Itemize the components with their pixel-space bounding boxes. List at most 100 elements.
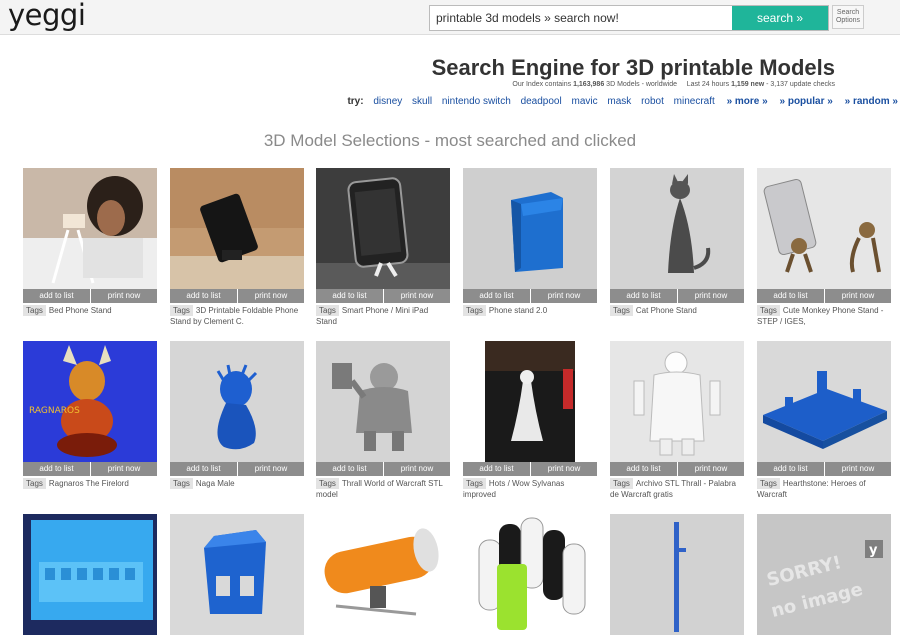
card-actions: add to list print now bbox=[170, 462, 304, 476]
tags-badge[interactable]: Tags bbox=[23, 478, 46, 489]
search-input[interactable] bbox=[430, 6, 730, 30]
card-actions: add to list print now bbox=[610, 462, 744, 476]
try-link-mavic[interactable]: mavic bbox=[572, 96, 598, 107]
print-now-button[interactable]: print now bbox=[678, 289, 744, 303]
model-thumbnail[interactable]: RAGNAROS bbox=[23, 341, 157, 462]
card-actions: add to list print now bbox=[23, 462, 157, 476]
try-link-skull[interactable]: skull bbox=[412, 96, 432, 107]
last24-new: 1,159 new bbox=[731, 81, 765, 88]
card-caption: Tags Phone stand 2.0 bbox=[463, 305, 597, 316]
card-actions: add to list print now bbox=[316, 462, 450, 476]
try-link-deadpool[interactable]: deadpool bbox=[521, 96, 562, 107]
add-to-list-button[interactable]: add to list bbox=[463, 462, 531, 476]
add-to-list-button[interactable]: add to list bbox=[170, 289, 238, 303]
card-caption: Tags Bed Phone Stand bbox=[23, 305, 157, 316]
tags-badge[interactable]: Tags bbox=[463, 478, 486, 489]
section-title: 3D Model Selections - most searched and … bbox=[263, 131, 637, 150]
try-link-robot[interactable]: robot bbox=[641, 96, 664, 107]
model-thumbnail[interactable] bbox=[170, 341, 304, 462]
card-actions: add to list print now bbox=[463, 462, 597, 476]
try-link-mask[interactable]: mask bbox=[607, 96, 631, 107]
print-now-button[interactable]: print now bbox=[678, 462, 744, 476]
card-caption: Tags Hots / Wow Sylvanas improved bbox=[463, 478, 597, 500]
more-link[interactable]: » more » bbox=[727, 96, 768, 107]
tags-badge[interactable]: Tags bbox=[610, 478, 633, 489]
model-thumbnail[interactable] bbox=[463, 168, 597, 289]
card-caption: Tags Smart Phone / Mini iPad Stand bbox=[316, 305, 450, 327]
search-box: search » bbox=[429, 5, 829, 31]
add-to-list-button[interactable]: add to list bbox=[757, 289, 825, 303]
model-title[interactable]: Cat Phone Stand bbox=[636, 306, 697, 315]
add-to-list-button[interactable]: add to list bbox=[610, 289, 678, 303]
print-now-button[interactable]: print now bbox=[384, 289, 450, 303]
card-caption: Tags Cat Phone Stand bbox=[610, 305, 744, 316]
print-now-button[interactable]: print now bbox=[91, 289, 157, 303]
model-thumbnail[interactable] bbox=[610, 168, 744, 289]
model-thumbnail[interactable] bbox=[316, 341, 450, 462]
add-to-list-button[interactable]: add to list bbox=[316, 289, 384, 303]
print-now-button[interactable]: print now bbox=[825, 462, 891, 476]
tags-badge[interactable]: Tags bbox=[23, 305, 46, 316]
try-link-disney[interactable]: disney bbox=[373, 96, 402, 107]
model-thumbnail[interactable] bbox=[757, 168, 891, 289]
top-bar: yeggi search » Search Options bbox=[0, 0, 900, 35]
no-image-badge: y bbox=[869, 543, 878, 558]
tags-badge[interactable]: Tags bbox=[316, 478, 339, 489]
yeggi-logo[interactable]: yeggi bbox=[8, 0, 86, 32]
print-now-button[interactable]: print now bbox=[825, 289, 891, 303]
model-thumbnail[interactable] bbox=[23, 168, 157, 289]
index-prefix: Our Index contains bbox=[512, 81, 574, 88]
last24-suffix: - 3,137 update checks bbox=[764, 81, 835, 88]
card-actions: add to list print now bbox=[757, 462, 891, 476]
tags-badge[interactable]: Tags bbox=[170, 305, 193, 316]
try-link-nintendo-switch[interactable]: nintendo switch bbox=[442, 96, 511, 107]
model-thumbnail[interactable] bbox=[610, 341, 744, 462]
tags-badge[interactable]: Tags bbox=[316, 305, 339, 316]
print-now-button[interactable]: print now bbox=[531, 462, 597, 476]
index-suffix: 3D Models - worldwide bbox=[604, 81, 677, 88]
card-actions: add to list print now bbox=[170, 289, 304, 303]
add-to-list-button[interactable]: add to list bbox=[757, 462, 825, 476]
tags-badge[interactable]: Tags bbox=[610, 305, 633, 316]
card-caption: Tags Hearthstone: Heroes of Warcraft bbox=[757, 478, 891, 500]
add-to-list-button[interactable]: add to list bbox=[316, 462, 384, 476]
try-link-minecraft[interactable]: minecraft bbox=[674, 96, 715, 107]
model-title[interactable]: Phone stand 2.0 bbox=[489, 306, 547, 315]
try-label: try: bbox=[347, 96, 364, 107]
search-options-line1: Search bbox=[836, 9, 860, 16]
model-title[interactable]: Bed Phone Stand bbox=[49, 306, 112, 315]
card-actions: add to list print now bbox=[23, 289, 157, 303]
model-thumbnail[interactable] bbox=[170, 168, 304, 289]
model-thumbnail[interactable] bbox=[757, 341, 891, 462]
model-title[interactable]: Naga Male bbox=[196, 479, 235, 488]
tags-badge[interactable]: Tags bbox=[463, 305, 486, 316]
model-thumbnail[interactable] bbox=[463, 341, 597, 462]
model-title[interactable]: Ragnaros The Firelord bbox=[49, 479, 129, 488]
add-to-list-button[interactable]: add to list bbox=[610, 462, 678, 476]
print-now-button[interactable]: print now bbox=[91, 462, 157, 476]
search-button[interactable]: search » bbox=[732, 6, 828, 30]
card-caption: Tags Thrall World of Warcraft STL model bbox=[316, 478, 450, 500]
tags-badge[interactable]: Tags bbox=[757, 305, 780, 316]
tags-badge[interactable]: Tags bbox=[757, 478, 780, 489]
add-to-list-button[interactable]: add to list bbox=[463, 289, 531, 303]
card-actions: add to list print now bbox=[463, 289, 597, 303]
add-to-list-button[interactable]: add to list bbox=[23, 289, 91, 303]
print-now-button[interactable]: print now bbox=[238, 289, 304, 303]
model-thumbnail[interactable] bbox=[316, 168, 450, 289]
card-actions: add to list print now bbox=[757, 289, 891, 303]
svg-text:RAGNAROS: RAGNAROS bbox=[29, 406, 80, 416]
tags-badge[interactable]: Tags bbox=[170, 478, 193, 489]
search-options-button[interactable]: Search Options bbox=[832, 5, 864, 29]
page-title: Search Engine for 3D printable Models bbox=[431, 55, 835, 80]
card-caption: Tags 3D Printable Foldable Phone Stand by… bbox=[170, 305, 304, 327]
popular-link[interactable]: » popular » bbox=[780, 96, 833, 107]
print-now-button[interactable]: print now bbox=[238, 462, 304, 476]
print-now-button[interactable]: print now bbox=[384, 462, 450, 476]
add-to-list-button[interactable]: add to list bbox=[170, 462, 238, 476]
card-caption: Tags Ragnaros The Firelord bbox=[23, 478, 157, 489]
print-now-button[interactable]: print now bbox=[531, 289, 597, 303]
card-caption: Tags Cute Monkey Phone Stand - STEP / IGE… bbox=[757, 305, 891, 327]
random-link[interactable]: » random » bbox=[845, 96, 898, 107]
add-to-list-button[interactable]: add to list bbox=[23, 462, 91, 476]
